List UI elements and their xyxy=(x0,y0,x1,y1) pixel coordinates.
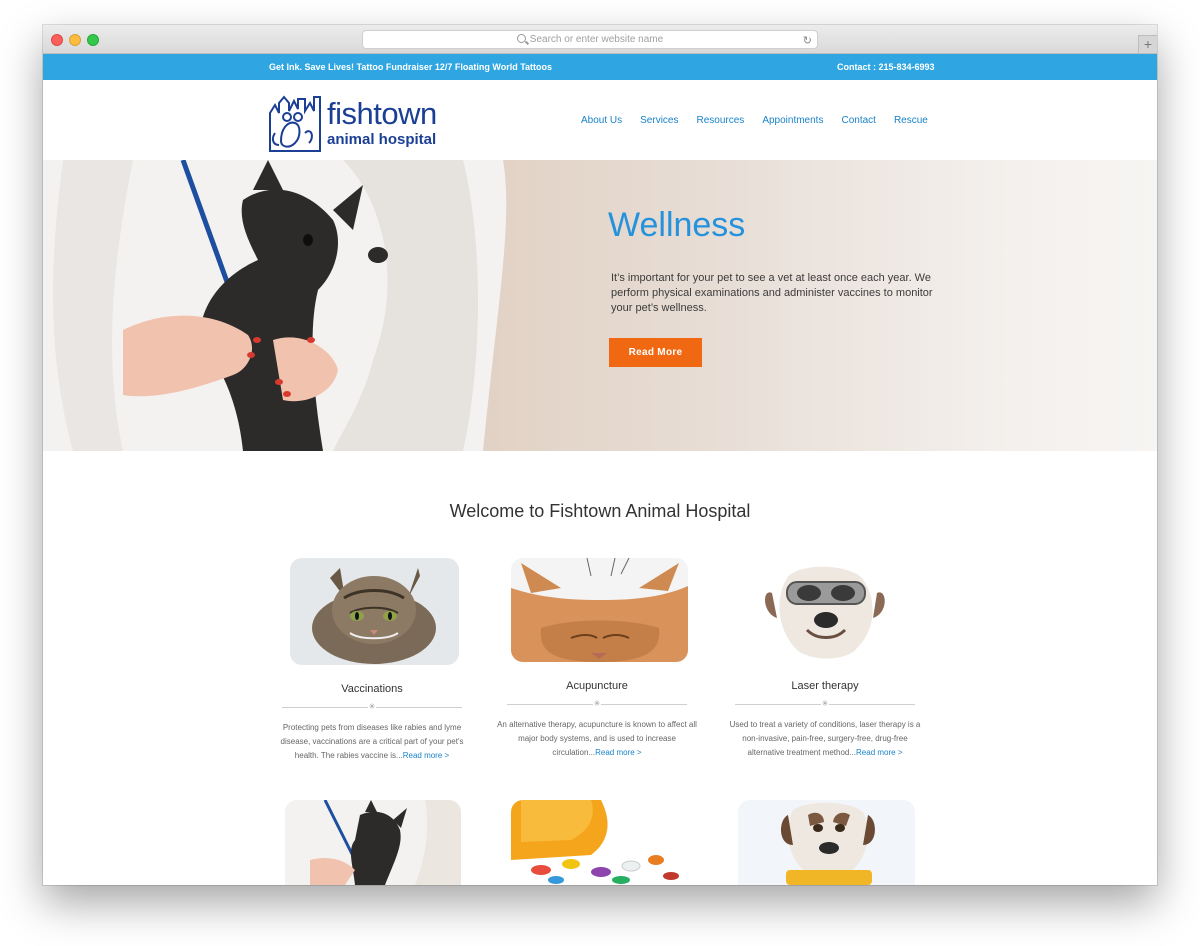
card-title-vaccinations[interactable]: Vaccinations xyxy=(272,683,472,695)
nav-rescue[interactable]: Rescue xyxy=(894,115,928,126)
main-nav: About Us Services Resources Appointments… xyxy=(581,115,928,126)
read-more-link[interactable]: Read more > xyxy=(595,748,641,757)
nav-contact[interactable]: Contact xyxy=(841,115,875,126)
read-more-link[interactable]: Read more > xyxy=(856,748,902,757)
card-divider: ✳ xyxy=(282,703,462,711)
card-title-laser-therapy[interactable]: Laser therapy xyxy=(725,680,925,692)
read-more-link[interactable]: Read more > xyxy=(403,751,449,760)
vet-with-chihuahua-image xyxy=(43,160,507,451)
vet-chihuahua-thumbnail[interactable] xyxy=(285,800,461,885)
address-bar[interactable]: Search or enter website name ↻ xyxy=(362,30,818,49)
search-icon xyxy=(516,34,526,43)
divider-ornament-icon: ✳ xyxy=(821,699,829,708)
service-card-vaccinations: Vaccinations ✳ Protecting pets from dise… xyxy=(272,558,472,763)
card-divider: ✳ xyxy=(735,700,915,708)
card-title-acupuncture[interactable]: Acupuncture xyxy=(497,680,697,692)
nav-resources[interactable]: Resources xyxy=(697,115,745,126)
card-description: An alternative therapy, acupuncture is k… xyxy=(497,718,697,760)
zoom-window-button[interactable] xyxy=(87,34,99,46)
nav-appointments[interactable]: Appointments xyxy=(762,115,823,126)
cat-photo[interactable] xyxy=(290,558,459,665)
address-placeholder: Search or enter website name xyxy=(529,34,664,45)
logo-wordmark[interactable]: fishtown xyxy=(327,96,437,132)
browser-window: Search or enter website name ↻ + Get Ink… xyxy=(43,25,1157,885)
card-divider: ✳ xyxy=(507,700,687,708)
minimize-window-button[interactable] xyxy=(69,34,81,46)
hero-description: It’s important for your pet to see a vet… xyxy=(611,272,933,314)
nav-about-us[interactable]: About Us xyxy=(581,115,622,126)
bulldog-goggles-photo[interactable] xyxy=(737,558,914,662)
new-tab-button[interactable]: + xyxy=(1138,35,1157,53)
service-card-acupuncture: Acupuncture ✳ An alternative therapy, ac… xyxy=(497,558,697,760)
nav-services[interactable]: Services xyxy=(640,115,678,126)
service-card-laser-therapy: Laser therapy ✳ Used to treat a variety … xyxy=(725,558,925,760)
close-window-button[interactable] xyxy=(51,34,63,46)
read-more-button[interactable]: Read More xyxy=(609,338,702,367)
divider-ornament-icon: ✳ xyxy=(593,699,601,708)
promo-link[interactable]: Get Ink. Save Lives! Tattoo Fundraiser 1… xyxy=(269,62,552,72)
hero-banner: Wellness It’s important for your pet to … xyxy=(43,160,1157,451)
pills-thumbnail[interactable] xyxy=(511,800,688,885)
card-description: Used to treat a variety of conditions, l… xyxy=(725,718,925,760)
contact-phone[interactable]: Contact : 215-834-6993 xyxy=(837,62,935,72)
site-header: fishtown animal hospital About Us Servic… xyxy=(43,80,1157,160)
hero-title: Wellness xyxy=(608,206,746,244)
acupuncture-cat-photo[interactable] xyxy=(511,558,688,662)
card-description: Protecting pets from diseases like rabie… xyxy=(272,721,472,763)
divider-ornament-icon: ✳ xyxy=(368,702,376,711)
puppy-bowl-thumbnail[interactable] xyxy=(738,800,915,885)
logo-subtitle[interactable]: animal hospital xyxy=(327,131,436,148)
browser-toolbar: Search or enter website name ↻ + xyxy=(43,25,1157,54)
announcement-bar: Get Ink. Save Lives! Tattoo Fundraiser 1… xyxy=(43,54,1157,80)
logo-icon[interactable] xyxy=(267,93,322,153)
welcome-heading: Welcome to Fishtown Animal Hospital xyxy=(449,501,751,521)
reload-icon[interactable]: ↻ xyxy=(803,33,812,50)
